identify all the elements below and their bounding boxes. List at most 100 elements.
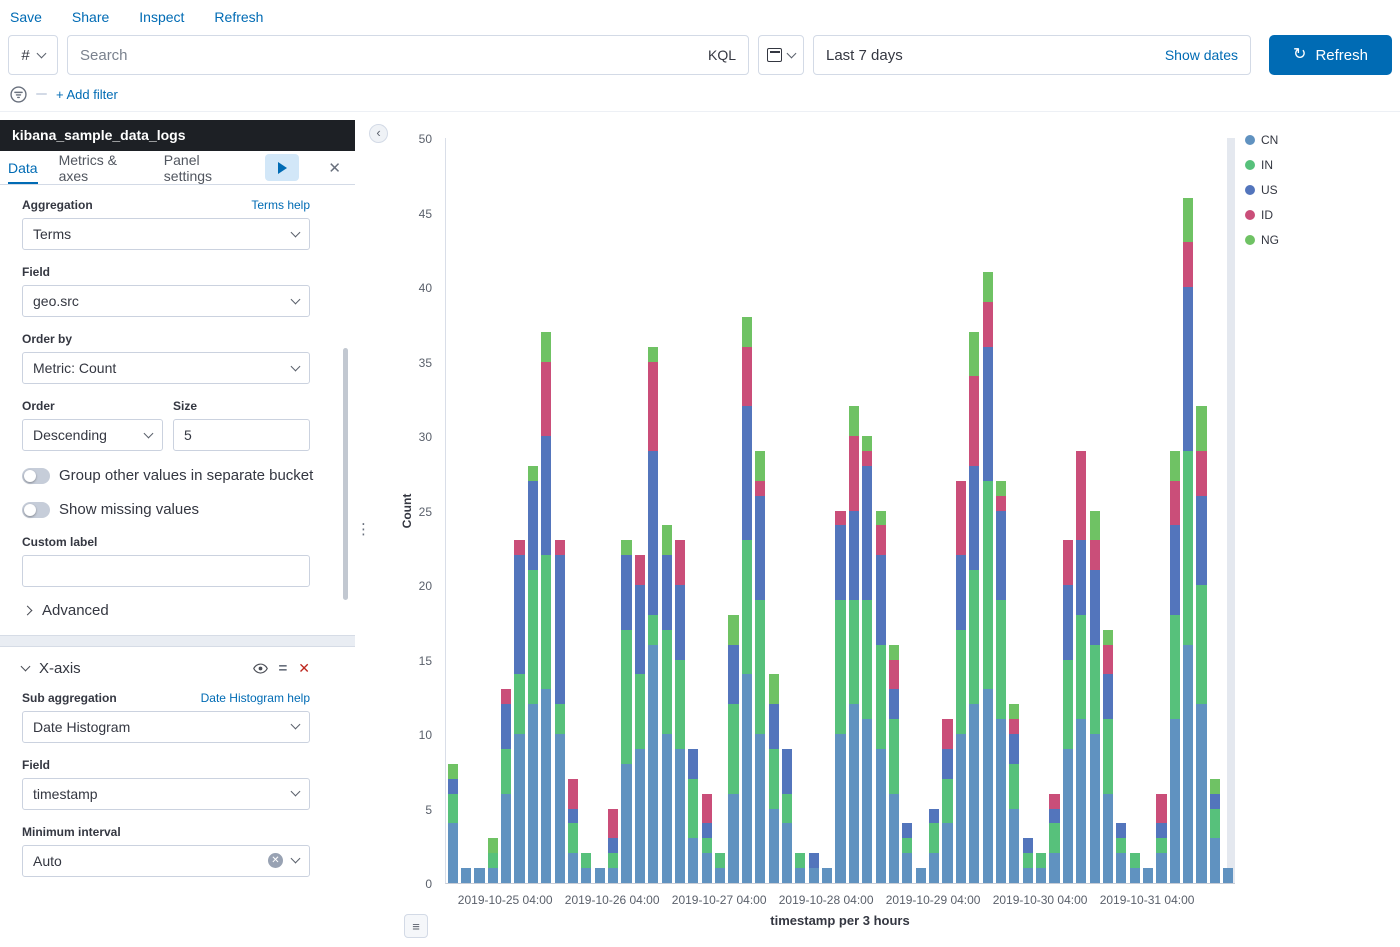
bar-segment-cn[interactable] <box>541 689 551 883</box>
bar-segment-us[interactable] <box>1183 287 1193 451</box>
stacked-bar[interactable] <box>876 511 886 883</box>
bar-segment-us[interactable] <box>876 555 886 644</box>
stacked-bar[interactable] <box>996 481 1006 883</box>
stacked-bar[interactable] <box>1183 198 1193 883</box>
bar-segment-ng[interactable] <box>541 332 551 362</box>
bar-segment-in[interactable] <box>942 779 952 824</box>
stacked-bar[interactable] <box>769 674 779 883</box>
bar-segment-ng[interactable] <box>1090 511 1100 541</box>
bar-segment-in[interactable] <box>1090 645 1100 734</box>
stacked-bar[interactable] <box>715 853 725 883</box>
bar-segment-in[interactable] <box>1049 823 1059 853</box>
stacked-bar[interactable] <box>1170 451 1180 883</box>
bar-segment-cn[interactable] <box>902 853 912 883</box>
bar-segment-id[interactable] <box>862 451 872 466</box>
bar-segment-in[interactable] <box>1210 809 1220 839</box>
stacked-bar[interactable] <box>969 332 979 883</box>
bar-segment-us[interactable] <box>675 585 685 660</box>
bar-segment-cn[interactable] <box>822 868 832 883</box>
stacked-bar[interactable] <box>662 525 672 883</box>
bar-segment-id[interactable] <box>555 540 565 555</box>
bar-segment-in[interactable] <box>675 660 685 749</box>
panel-resizer-handle[interactable]: ⋮ <box>356 520 372 538</box>
stacked-bar[interactable] <box>1156 794 1166 883</box>
stacked-bar[interactable] <box>608 809 618 883</box>
bar-segment-us[interactable] <box>983 347 993 481</box>
stacked-bar[interactable] <box>1210 779 1220 883</box>
bar-segment-us[interactable] <box>1009 734 1019 764</box>
bar-segment-cn[interactable] <box>983 689 993 883</box>
bar-segment-us[interactable] <box>809 853 819 868</box>
bar-segment-in[interactable] <box>889 719 899 794</box>
bar-segment-cn[interactable] <box>648 645 658 883</box>
x-axis-section-header[interactable]: X-axis = ✕ <box>22 660 310 677</box>
bar-segment-ng[interactable] <box>448 764 458 779</box>
bar-segment-cn[interactable] <box>862 719 872 883</box>
bar-segment-in[interactable] <box>996 600 1006 719</box>
bar-segment-cn[interactable] <box>1009 809 1019 884</box>
stacked-bar[interactable] <box>1223 868 1233 883</box>
bar-segment-cn[interactable] <box>1223 868 1233 883</box>
bar-segment-in[interactable] <box>1103 719 1113 794</box>
bar-segment-cn[interactable] <box>715 868 725 883</box>
bar-segment-in[interactable] <box>608 853 618 868</box>
bar-segment-ng[interactable] <box>876 511 886 526</box>
bar-segment-cn[interactable] <box>448 823 458 883</box>
nav-save-link[interactable]: Save <box>10 9 42 25</box>
bar-segment-ng[interactable] <box>1170 451 1180 481</box>
bar-segment-us[interactable] <box>942 749 952 779</box>
stacked-bar[interactable] <box>916 868 926 883</box>
bar-segment-in[interactable] <box>1076 615 1086 719</box>
refresh-button[interactable]: ↻ Refresh <box>1269 35 1392 75</box>
bar-segment-us[interactable] <box>1210 794 1220 809</box>
add-filter-button[interactable]: + Add filter <box>56 87 118 102</box>
bar-segment-ng[interactable] <box>849 406 859 436</box>
bar-segment-us[interactable] <box>742 406 752 540</box>
bar-segment-in[interactable] <box>662 630 672 734</box>
bar-segment-us[interactable] <box>1090 570 1100 645</box>
date-histogram-help-link[interactable]: Date Histogram help <box>201 691 310 705</box>
bar-segment-cn[interactable] <box>1090 734 1100 883</box>
bar-segment-in[interactable] <box>849 600 859 704</box>
stacked-bar[interactable] <box>782 749 792 883</box>
stacked-bar[interactable] <box>595 868 605 883</box>
time-range-control[interactable]: Last 7 days Show dates <box>813 35 1251 75</box>
timestamp-field-select[interactable]: timestamp <box>22 778 310 810</box>
bar-segment-cn[interactable] <box>1183 645 1193 883</box>
bar-segment-ng[interactable] <box>528 466 538 481</box>
stacked-bar[interactable] <box>1116 823 1126 883</box>
bar-segment-us[interactable] <box>635 585 645 674</box>
bar-segment-us[interactable] <box>755 496 765 600</box>
bar-segment-id[interactable] <box>1170 481 1180 526</box>
bar-segment-cn[interactable] <box>728 794 738 883</box>
group-other-toggle[interactable] <box>22 468 50 484</box>
bar-segment-ng[interactable] <box>862 436 872 451</box>
bar-segment-ng[interactable] <box>983 272 993 302</box>
bar-segment-cn[interactable] <box>1210 838 1220 883</box>
show-missing-toggle[interactable] <box>22 502 50 518</box>
bar-segment-in[interactable] <box>568 823 578 853</box>
bar-segment-cn[interactable] <box>555 734 565 883</box>
stacked-bar[interactable] <box>1049 794 1059 883</box>
bar-segment-id[interactable] <box>996 496 1006 511</box>
bar-segment-us[interactable] <box>1156 823 1166 838</box>
bar-segment-us[interactable] <box>501 704 511 749</box>
bar-segment-id[interactable] <box>876 525 886 555</box>
bar-segment-id[interactable] <box>702 794 712 824</box>
bar-segment-us[interactable] <box>568 809 578 824</box>
bar-segment-us[interactable] <box>862 466 872 600</box>
stacked-bar[interactable] <box>702 794 712 883</box>
bar-segment-in[interactable] <box>702 838 712 853</box>
collapse-sidebar-button[interactable]: ‹ <box>369 124 388 143</box>
stacked-bar[interactable] <box>795 853 805 883</box>
stacked-bar[interactable] <box>849 406 859 883</box>
bar-segment-id[interactable] <box>501 689 511 704</box>
bar-segment-in[interactable] <box>1009 764 1019 809</box>
bar-segment-cn[interactable] <box>1170 719 1180 883</box>
nav-share-link[interactable]: Share <box>72 9 109 25</box>
bar-segment-cn[interactable] <box>1076 719 1086 883</box>
bar-segment-us[interactable] <box>889 689 899 719</box>
bar-segment-in[interactable] <box>835 600 845 734</box>
bar-segment-cn[interactable] <box>1036 868 1046 883</box>
bar-segment-cn[interactable] <box>1063 749 1073 883</box>
